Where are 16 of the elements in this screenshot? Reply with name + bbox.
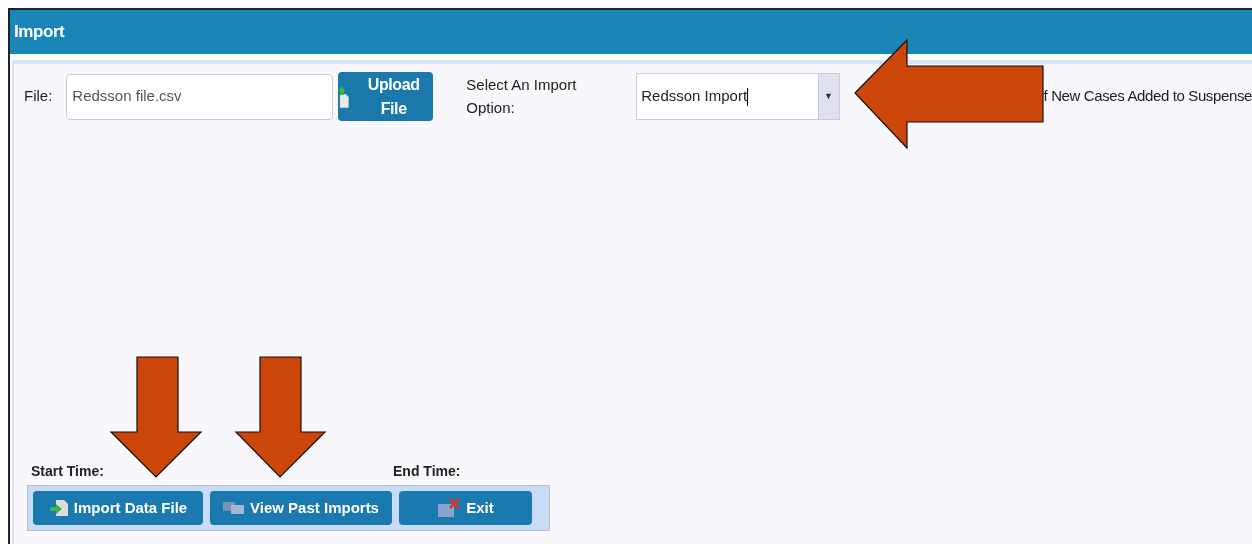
import-button[interactable]: Import Data File	[33, 491, 203, 525]
exit-button[interactable]: Exit	[399, 491, 532, 525]
file-field[interactable]: Redsson file.csv	[66, 73, 334, 120]
import-file-icon	[48, 499, 69, 517]
file-upload-icon	[338, 85, 351, 108]
upload-button[interactable]: Upload File	[338, 72, 434, 121]
close-icon	[437, 498, 462, 518]
import-option-dropdown[interactable]: Redsson Import ▼	[636, 73, 840, 120]
end-time-label: End Time:	[393, 462, 461, 481]
history-button[interactable]: View Past Imports	[210, 491, 392, 525]
note-text: f New Cases Added to Suspense	[1043, 86, 1252, 107]
monitors-icon	[223, 500, 246, 516]
import-option-label: Select An Import Option:	[466, 75, 578, 118]
start-time-label: Start Time:	[31, 462, 105, 481]
window-title: Import	[14, 21, 65, 44]
file-label: File:	[24, 86, 53, 107]
